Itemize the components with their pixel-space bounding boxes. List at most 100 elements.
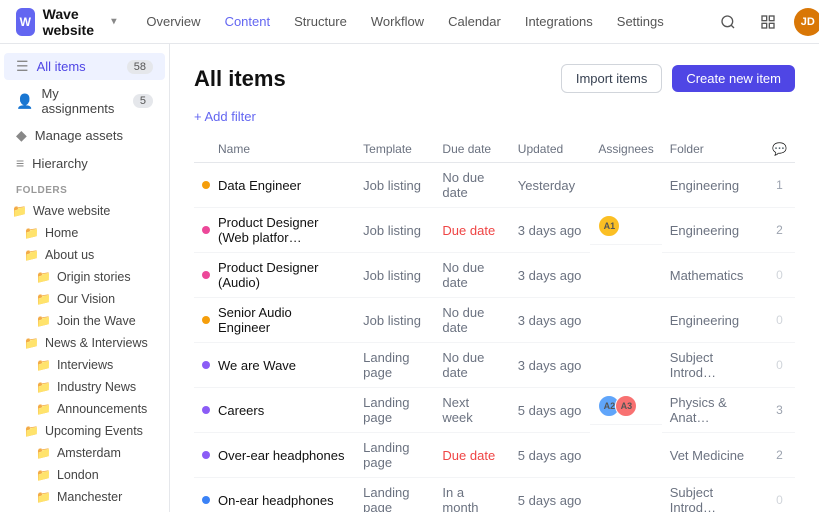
cell-comments-6: 2 [764, 433, 795, 478]
top-nav: W Wave website ▾ OverviewContentStructur… [0, 0, 819, 44]
nav-link-integrations[interactable]: Integrations [515, 10, 603, 33]
table-row: Senior Audio EngineerJob listingNo due d… [194, 298, 795, 343]
folder-label-amsterdam: Amsterdam [57, 446, 121, 460]
cell-template-1: Job listing [355, 208, 434, 253]
cell-name-2: Product Designer (Audio) [194, 253, 355, 298]
page-title: All items [194, 66, 286, 92]
folder-item-home[interactable]: 📁 Home [0, 222, 169, 244]
item-name-6[interactable]: Over-ear headphones [218, 448, 344, 463]
sidebar-item-my-assignments[interactable]: 👤 My assignments 5 [4, 81, 165, 121]
table-header-5: Folder [662, 136, 764, 163]
cell-updated-7: 5 days ago [510, 478, 591, 512]
table-header-6: 💬 [764, 136, 795, 163]
folder-icon-our-vision: 📁 [36, 292, 51, 306]
cell-due-4: No due date [434, 343, 509, 388]
nav-link-calendar[interactable]: Calendar [438, 10, 511, 33]
folder-item-manchester[interactable]: 📁 Manchester [0, 486, 169, 508]
item-name-1[interactable]: Product Designer (Web platfor… [218, 215, 347, 245]
sidebar-item-manage-assets[interactable]: ◆ Manage assets [4, 122, 165, 149]
folder-item-announcements[interactable]: 📁 Announcements [0, 398, 169, 420]
cell-comments-0: 1 [764, 163, 795, 208]
cell-template-4: Landing page [355, 343, 434, 388]
cell-comments-3: 0 [764, 298, 795, 343]
cell-name-1: Product Designer (Web platfor… [194, 208, 355, 253]
folder-item-london[interactable]: 📁 London [0, 464, 169, 486]
nav-link-content[interactable]: Content [215, 10, 281, 33]
sidebar-label-manage-assets: Manage assets [35, 128, 123, 143]
main-actions: Import items Create new item [561, 64, 795, 93]
cell-due-3: No due date [434, 298, 509, 343]
brand-chevron[interactable]: ▾ [111, 16, 116, 27]
table-row: We are Wave Landing pageNo due date3 days… [194, 343, 795, 388]
folder-item-origin-stories[interactable]: 📁 Origin stories [0, 266, 169, 288]
folder-item-industry-news[interactable]: 📁 Industry News [0, 376, 169, 398]
cell-template-2: Job listing [355, 253, 434, 298]
folder-item-our-vision[interactable]: 📁 Our Vision [0, 288, 169, 310]
folder-item-nyc[interactable]: 📁 NYC [0, 508, 169, 512]
folder-icon-industry-news: 📁 [36, 380, 51, 394]
nav-link-workflow[interactable]: Workflow [361, 10, 434, 33]
layout: ☰ All items 58👤 My assignments 5◆ Manage… [0, 44, 819, 512]
nav-link-settings[interactable]: Settings [607, 10, 674, 33]
folder-item-about-us[interactable]: 📁 About us [0, 244, 169, 266]
cell-updated-4: 3 days ago [510, 343, 591, 388]
cell-name-4: We are Wave [194, 343, 355, 388]
folder-item-wave-website[interactable]: 📁 Wave website [0, 200, 169, 222]
cell-updated-0: Yesterday [510, 163, 591, 208]
table-header-3: Updated [510, 136, 591, 163]
sidebar-icon-all-items: ☰ [16, 58, 29, 75]
folder-item-news-interviews[interactable]: 📁 News & Interviews [0, 332, 169, 354]
nav-logo[interactable]: W Wave website ▾ [16, 6, 116, 38]
cell-name-7: On-ear headphones [194, 478, 355, 512]
item-name-2[interactable]: Product Designer (Audio) [218, 260, 347, 290]
comment-header-icon: 💬 [772, 142, 787, 156]
folder-item-join-the-wave[interactable]: 📁 Join the Wave [0, 310, 169, 332]
user-avatar[interactable]: JD [794, 8, 819, 36]
folder-label-manchester: Manchester [57, 490, 122, 504]
folder-label-london: London [57, 468, 99, 482]
search-button[interactable] [714, 8, 742, 36]
table-header-0: Name [194, 136, 355, 163]
cell-comments-5: 3 [764, 388, 795, 433]
folder-item-amsterdam[interactable]: 📁 Amsterdam [0, 442, 169, 464]
sidebar-label-hierarchy: Hierarchy [32, 156, 88, 171]
grid-button[interactable] [754, 8, 782, 36]
due-overdue-6: Due date [442, 448, 495, 463]
sidebar-item-all-items[interactable]: ☰ All items 58 [4, 53, 165, 80]
folder-item-upcoming-events[interactable]: 📁 Upcoming Events [0, 420, 169, 442]
item-name-5[interactable]: Careers [218, 403, 264, 418]
item-name-4[interactable]: We are Wave [218, 358, 296, 373]
sidebar-item-hierarchy[interactable]: ≡ Hierarchy [4, 150, 165, 176]
assignee-avatar-a3-5: A3 [615, 395, 637, 417]
item-name-3[interactable]: Senior Audio Engineer [218, 305, 347, 335]
cell-assignees-2 [590, 253, 661, 298]
cell-assignees-4 [590, 343, 661, 388]
item-name-7[interactable]: On-ear headphones [218, 493, 334, 508]
add-filter-button[interactable]: + Add filter [194, 109, 256, 124]
cell-assignees-5: A2A3 [590, 388, 661, 425]
status-dot-3 [202, 316, 210, 324]
status-dot-7 [202, 496, 210, 504]
status-dot-1 [202, 226, 210, 234]
items-table: NameTemplateDue dateUpdatedAssigneesFold… [194, 136, 795, 512]
folder-label-announcements: Announcements [57, 402, 147, 416]
folder-item-interviews[interactable]: 📁 Interviews [0, 354, 169, 376]
cell-due-6: Due date [434, 433, 509, 478]
cell-updated-6: 5 days ago [510, 433, 591, 478]
folder-label-interviews: Interviews [57, 358, 113, 372]
sidebar-icon-my-assignments: 👤 [16, 93, 33, 110]
nav-links: OverviewContentStructureWorkflowCalendar… [136, 10, 673, 33]
item-name-0[interactable]: Data Engineer [218, 178, 301, 193]
folder-icon-upcoming-events: 📁 [24, 424, 39, 438]
status-dot-2 [202, 271, 210, 279]
table-row: Over-ear headphonesLanding pageDue date5… [194, 433, 795, 478]
nav-link-overview[interactable]: Overview [136, 10, 210, 33]
assignee-avatar-a1-1: A1 [598, 215, 620, 237]
cell-due-2: No due date [434, 253, 509, 298]
import-button[interactable]: Import items [561, 64, 663, 93]
nav-link-structure[interactable]: Structure [284, 10, 357, 33]
cell-folder-6: Vet Medicine [662, 433, 764, 478]
folder-icon-wave-website: 📁 [12, 204, 27, 218]
create-button[interactable]: Create new item [672, 65, 795, 92]
folder-icon-home: 📁 [24, 226, 39, 240]
